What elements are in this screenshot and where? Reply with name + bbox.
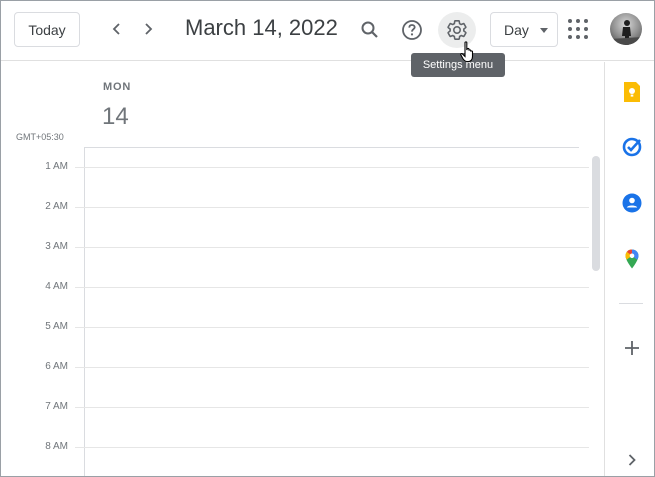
- calendar-window: Today March 14, 2022 Day Settings menu M…: [0, 0, 655, 477]
- maps-icon[interactable]: [621, 248, 643, 270]
- hour-row: 4 AM: [1, 281, 589, 327]
- contacts-icon[interactable]: [621, 192, 643, 214]
- search-icon[interactable]: [351, 12, 389, 48]
- hour-label: 1 AM: [45, 161, 68, 172]
- hour-label: 5 AM: [45, 321, 68, 332]
- expand-icon[interactable]: [621, 449, 643, 471]
- caret-down-icon: [540, 28, 548, 33]
- hour-row: 3 AM: [1, 241, 589, 287]
- weekday-label: MON: [103, 81, 132, 93]
- hour-gridline: [75, 287, 589, 288]
- view-select[interactable]: Day: [490, 12, 558, 47]
- avatar[interactable]: [610, 13, 642, 45]
- hour-row: 8 AM: [1, 441, 589, 476]
- hour-gridline: [75, 447, 589, 448]
- tasks-icon[interactable]: [621, 136, 643, 158]
- hour-row: 7 AM: [1, 401, 589, 447]
- all-day-divider: [85, 147, 579, 148]
- hour-gridline: [75, 367, 589, 368]
- side-panel: [604, 62, 654, 476]
- hour-gridline: [75, 207, 589, 208]
- hour-label: 2 AM: [45, 201, 68, 212]
- hour-row: 1 AM: [1, 161, 589, 207]
- hour-label: 3 AM: [45, 241, 68, 252]
- hour-label: 6 AM: [45, 361, 68, 372]
- apps-grid-icon[interactable]: [566, 17, 590, 41]
- timezone-label: GMT+05:30: [16, 132, 64, 142]
- hour-gridline: [75, 407, 589, 408]
- date-title: March 14, 2022: [185, 15, 338, 40]
- chevron-right-icon[interactable]: [133, 14, 163, 44]
- hour-label: 8 AM: [45, 441, 68, 452]
- chevron-left-icon[interactable]: [102, 14, 132, 44]
- hour-label: 7 AM: [45, 401, 68, 412]
- hour-row: 2 AM: [1, 201, 589, 247]
- hour-gridline: [75, 327, 589, 328]
- top-bar: Today March 14, 2022 Day: [1, 1, 654, 61]
- hour-gridline: [75, 247, 589, 248]
- settings-tooltip: Settings menu: [411, 53, 505, 77]
- side-panel-divider: [619, 303, 643, 304]
- keep-icon[interactable]: [621, 81, 643, 103]
- hour-row: 6 AM: [1, 361, 589, 407]
- view-select-label: Day: [504, 21, 529, 38]
- help-icon[interactable]: [393, 12, 431, 48]
- add-icon[interactable]: [621, 337, 643, 359]
- hand-cursor-icon: [460, 41, 474, 63]
- vertical-scrollbar[interactable]: [592, 156, 600, 271]
- hour-label: 4 AM: [45, 281, 68, 292]
- hour-row: 5 AM: [1, 321, 589, 367]
- hour-gridline: [75, 167, 589, 168]
- today-button[interactable]: Today: [14, 12, 80, 47]
- day-number[interactable]: 14: [102, 103, 129, 131]
